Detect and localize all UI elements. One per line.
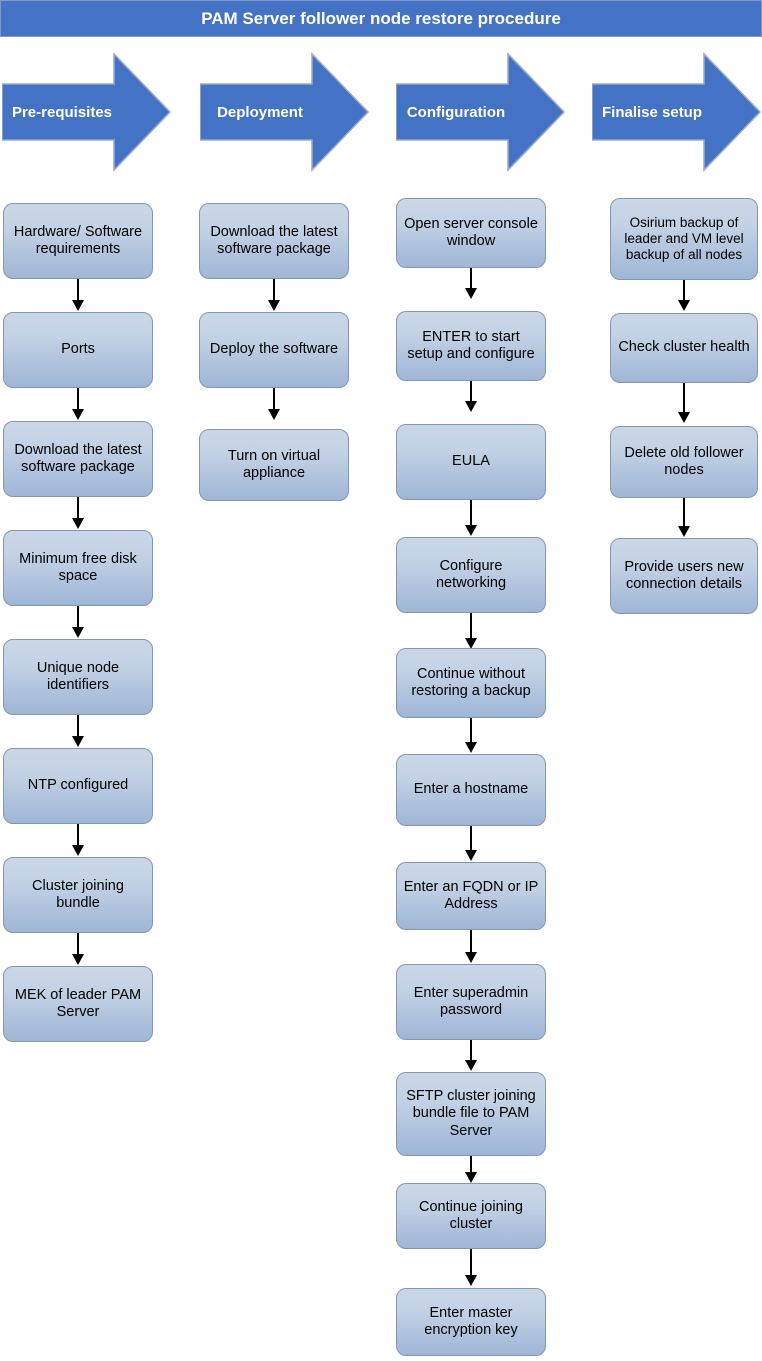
connector-arrow — [457, 1249, 485, 1287]
connector-arrow — [64, 497, 92, 530]
connector-arrow — [64, 715, 92, 748]
flow-step-box[interactable]: Provide users new connection details — [610, 538, 758, 614]
flow-step-label: Download the latest software package — [14, 441, 142, 475]
flow-step-label: Osirium backup of leader and VM level ba… — [624, 215, 744, 262]
flow-step-label: Enter master encryption key — [424, 1304, 518, 1338]
flow-step-box[interactable]: Enter a hostname — [396, 754, 546, 826]
connector-arrow — [457, 930, 485, 964]
flow-step-label: Download the latest software package — [210, 223, 338, 257]
flow-step-label: NTP configured — [27, 777, 129, 794]
flow-step-box[interactable]: NTP configured — [3, 748, 153, 824]
connector-arrow — [457, 826, 485, 862]
flow-step-label: Turn on virtual appliance — [227, 447, 321, 481]
flow-step-label: SFTP cluster joining bundle file to PAM … — [406, 1088, 536, 1139]
flow-step-label: Continue joining cluster — [419, 1198, 523, 1232]
connector-arrow — [457, 1040, 485, 1072]
flow-step-label: Check cluster health — [618, 339, 750, 356]
flow-step-label: Delete old follower nodes — [624, 444, 744, 478]
page-title: PAM Server follower node restore procedu… — [201, 8, 561, 28]
flow-step-label: Enter an FQDN or IP Address — [403, 878, 539, 912]
flow-step-box[interactable]: Hardware/ Software requirements — [3, 203, 153, 279]
phase-arrow-deployment: Deployment — [200, 52, 370, 172]
phase-arrow-finalise-setup: Finalise setup — [592, 52, 762, 172]
flow-step-label: EULA — [452, 453, 490, 470]
flow-step-label: ENTER to start setup and configure — [407, 328, 535, 362]
flow-step-label: Unique node identifiers — [36, 659, 120, 693]
flow-step-label: Cluster joining bundle — [32, 877, 124, 911]
flow-step-box[interactable]: Configure networking — [396, 537, 546, 613]
connector-arrow — [64, 933, 92, 966]
flow-step-label: Open server console window — [404, 215, 538, 249]
flow-step-box[interactable]: Continue without restoring a backup — [396, 648, 546, 718]
connector-arrow — [64, 606, 92, 639]
connector-arrow — [670, 383, 698, 424]
flow-step-box[interactable]: Ports — [3, 312, 153, 388]
flow-step-box[interactable]: SFTP cluster joining bundle file to PAM … — [396, 1072, 546, 1156]
flow-step-label: Configure networking — [435, 557, 507, 591]
flow-step-box[interactable]: Download the latest software package — [199, 203, 349, 279]
connector-arrow — [457, 381, 485, 413]
diagram-title-bar: PAM Server follower node restore procedu… — [0, 0, 762, 37]
flow-step-box[interactable]: Unique node identifiers — [3, 639, 153, 715]
flow-step-box[interactable]: Minimum free disk space — [3, 530, 153, 606]
connector-arrow — [670, 280, 698, 312]
phase-arrow-pre-requisites: Pre-requisites — [2, 52, 172, 172]
flow-step-box[interactable]: Delete old follower nodes — [610, 426, 758, 498]
flow-step-label: MEK of leader PAM Server — [14, 986, 142, 1020]
flow-step-label: Ports — [61, 341, 95, 358]
flow-step-box[interactable]: Osirium backup of leader and VM level ba… — [610, 198, 758, 280]
flow-step-box[interactable]: Cluster joining bundle — [3, 857, 153, 933]
flow-step-label: Deploy the software — [209, 341, 339, 358]
flow-step-box[interactable]: Deploy the software — [199, 312, 349, 388]
flow-step-box[interactable]: Enter master encryption key — [396, 1288, 546, 1356]
connector-arrow — [64, 824, 92, 857]
flow-step-label: Enter a hostname — [413, 781, 529, 798]
connector-arrow — [64, 388, 92, 421]
flow-step-box[interactable]: Turn on virtual appliance — [199, 429, 349, 501]
flow-step-box[interactable]: Check cluster health — [610, 313, 758, 383]
connector-arrow — [457, 500, 485, 537]
flow-step-label: Hardware/ Software requirements — [13, 223, 143, 257]
flow-step-label: Minimum free disk space — [19, 550, 137, 584]
flow-step-label: Continue without restoring a backup — [411, 665, 531, 699]
flow-step-box[interactable]: EULA — [396, 424, 546, 500]
flow-step-box[interactable]: Continue joining cluster — [396, 1183, 546, 1249]
flow-step-box[interactable]: Enter an FQDN or IP Address — [396, 862, 546, 930]
connector-arrow — [457, 1156, 485, 1184]
flow-step-box[interactable]: Download the latest software package — [3, 421, 153, 497]
connector-arrow — [457, 718, 485, 754]
connector-arrow — [260, 388, 288, 421]
connector-arrow — [670, 498, 698, 538]
flow-step-box[interactable]: ENTER to start setup and configure — [396, 311, 546, 381]
connector-arrow — [260, 279, 288, 312]
connector-arrow — [64, 279, 92, 312]
phase-arrow-configuration: Configuration — [396, 52, 566, 172]
connector-arrow — [457, 613, 485, 650]
connector-arrow — [457, 268, 485, 300]
flow-step-box[interactable]: Enter superadmin password — [396, 964, 546, 1040]
flow-step-label: Provide users new connection details — [624, 558, 744, 592]
flow-step-label: Enter superadmin password — [413, 984, 529, 1018]
flow-step-box[interactable]: Open server console window — [396, 198, 546, 268]
flow-step-box[interactable]: MEK of leader PAM Server — [3, 966, 153, 1042]
